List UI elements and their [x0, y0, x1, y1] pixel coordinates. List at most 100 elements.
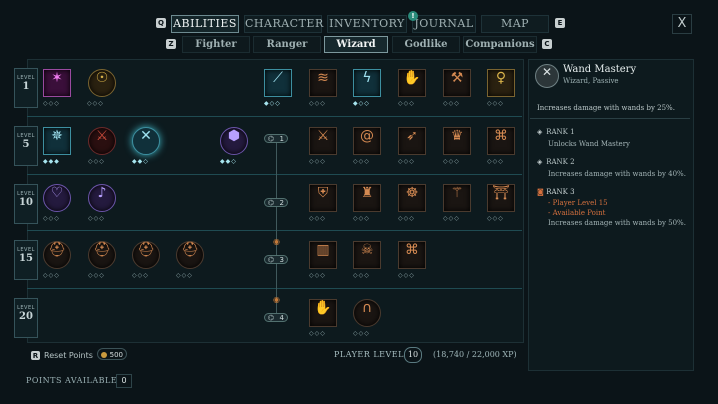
rank-pips: ◇◇◇ — [88, 272, 105, 279]
skill-brain-burn[interactable]: ☸ — [398, 184, 426, 212]
diamond-icon: ◈ — [537, 128, 543, 136]
prev-subtab-key-hint[interactable]: Z — [166, 39, 176, 49]
rank-3-requirement: - Player Level 15 — [548, 199, 608, 207]
detail-divider — [530, 118, 690, 119]
flow-icon: ♪ — [97, 185, 107, 201]
skill-wand-mastery[interactable]: ✕ — [132, 127, 160, 155]
reset-key-hint[interactable]: R — [31, 351, 40, 360]
aura-icon: ☉ — [95, 70, 109, 86]
helm-icon: ⛑ — [93, 242, 111, 258]
points-available-label: POINTS AVAILABLE — [26, 376, 118, 385]
skill-spark-strike[interactable]: ϟ — [353, 69, 381, 97]
reset-points-button[interactable]: Reset Points — [44, 351, 93, 360]
subtab-companions[interactable]: Companions — [463, 36, 537, 53]
subtab-fighter[interactable]: Fighter — [182, 36, 250, 53]
skill-skull-cross[interactable]: ☠ — [353, 241, 381, 269]
skill-helm-guard-3[interactable]: ⛑ — [132, 241, 160, 269]
player-level-value: 10 — [404, 347, 422, 363]
level-marker-10: LEVEL 10 — [14, 184, 38, 224]
skill-helm-guard-2[interactable]: ⛑ — [88, 241, 116, 269]
lock-icon: ◉ — [273, 237, 280, 246]
rank-pips: ◇◇◇ — [487, 100, 504, 107]
skill-mystic-flow[interactable]: ♪ — [88, 184, 116, 212]
rank-pips: ◇◇◇ — [309, 215, 326, 222]
rank-1-text: Unlocks Wand Mastery — [548, 140, 631, 148]
skill-twin-blades[interactable]: ⚔ — [309, 127, 337, 155]
journal-notification-badge: ! — [408, 11, 418, 21]
bolt-icon: ➶ — [406, 128, 418, 144]
tier-divider — [27, 230, 522, 231]
skill-pillar-ward[interactable]: ▥ — [309, 241, 337, 269]
skill-golden-aura[interactable]: ☉ — [88, 69, 116, 97]
subtab-ranger[interactable]: Ranger — [253, 36, 321, 53]
brain-icon: ☸ — [405, 185, 419, 201]
tier-node-2: ⌬ 2 — [264, 198, 288, 207]
rank-pips: ◇◇◇ — [443, 158, 460, 165]
skill-soul-bond[interactable]: ♡ — [43, 184, 71, 212]
tab-abilities[interactable]: ABILITIES — [171, 15, 239, 33]
rank-pips: ◆◆◆ — [43, 158, 60, 165]
close-button[interactable]: X — [672, 14, 692, 34]
skill-helm-guard-1[interactable]: ⛑ — [43, 241, 71, 269]
guard-icon: ⛨ — [317, 185, 329, 201]
skill-piercing-bolt[interactable]: ➶ — [398, 127, 426, 155]
skill-ember-staff[interactable]: ⚚ — [443, 184, 471, 212]
skill-blood-axe[interactable]: ⚔ — [88, 127, 116, 155]
skill-arcane-sigil[interactable]: ✶ — [43, 69, 71, 97]
tab-journal[interactable]: JOURNAL — [412, 15, 476, 33]
lightning-icon: ϟ — [362, 70, 372, 86]
skill-bone-hand[interactable]: ✋ — [398, 69, 426, 97]
skill-grasping-hands[interactable]: ✋ — [309, 299, 337, 327]
rank-pips: ◇◇◇ — [309, 100, 326, 107]
rank-pips: ◇◇◇ — [487, 158, 504, 165]
wand-icon: ⚒ — [450, 70, 464, 86]
next-subtab-key-hint[interactable]: C — [542, 39, 552, 49]
rank-pips: ◇◇◇ — [398, 100, 415, 107]
tier-node-3: ⌬ 3 — [264, 255, 288, 264]
skill-arcane-shield[interactable]: ⬢ — [220, 127, 248, 155]
rank-3-header: ◙ RANK 3 — [537, 188, 575, 196]
rank-pips: ◆◆◇ — [132, 158, 149, 165]
skill-blood-claw[interactable]: ≋ — [309, 69, 337, 97]
figure-icon: ♀ — [495, 70, 507, 86]
rank-1-header: ◈ RANK 1 — [537, 128, 575, 136]
skill-frost-crown[interactable]: ♛ — [443, 127, 471, 155]
skill-frost-lance[interactable]: ⟋ — [264, 69, 292, 97]
tab-map[interactable]: MAP — [481, 15, 549, 33]
staff-icon: ⚚ — [450, 185, 464, 201]
skill-wand-guard[interactable]: ⛨ — [309, 184, 337, 212]
skill-rune-cage[interactable]: ⌘ — [487, 127, 515, 155]
rank-pips: ◇◇◇ — [176, 272, 193, 279]
tab-inventory[interactable]: INVENTORY — [327, 15, 407, 33]
subtab-wizard[interactable]: Wizard — [324, 36, 388, 53]
tab-character[interactable]: CHARACTER — [244, 15, 323, 33]
spikes-icon: ✵ — [51, 128, 63, 144]
pillar-icon: ▥ — [316, 242, 330, 258]
next-tab-key-hint[interactable]: E — [555, 18, 565, 28]
rank-pips: ◇◇◇ — [398, 272, 415, 279]
skill-description: Increases damage with wands by 25%. — [537, 104, 675, 112]
tier-divider — [27, 288, 522, 289]
skill-radiant-form[interactable]: ♀ — [487, 69, 515, 97]
skill-flame-wand[interactable]: ⚒ — [443, 69, 471, 97]
tier-node-1: ⌬ 1 — [264, 134, 288, 143]
prev-tab-key-hint[interactable]: Q — [156, 18, 166, 28]
tier-divider — [27, 174, 522, 175]
subtab-godlike[interactable]: Godlike — [392, 36, 460, 53]
skull-icon: ☠ — [360, 242, 374, 258]
skill-helm-guard-4[interactable]: ⛑ — [176, 241, 204, 269]
claw-icon: ≋ — [317, 70, 329, 86]
rank-pips: ◇◇◇ — [43, 215, 60, 222]
skill-cage-ward[interactable]: ⌘ — [398, 241, 426, 269]
rank-pips: ◇◇◇ — [353, 272, 370, 279]
rank-pips: ◇◇◇ — [309, 158, 326, 165]
skill-arch-sigil[interactable]: ∩ — [353, 299, 381, 327]
skill-ice-spikes[interactable]: ✵ — [43, 127, 71, 155]
cage-icon: ⌘ — [494, 128, 508, 144]
skill-rune-gate[interactable]: ⛩ — [487, 184, 515, 212]
crossed-wands-icon: ✕ — [535, 64, 559, 88]
skill-fire-vortex[interactable]: @ — [353, 127, 381, 155]
tier-node-4: ⌬ 4 — [264, 313, 288, 322]
rank-pips: ◇◇◇ — [87, 100, 104, 107]
skill-flame-ward[interactable]: ♜ — [353, 184, 381, 212]
